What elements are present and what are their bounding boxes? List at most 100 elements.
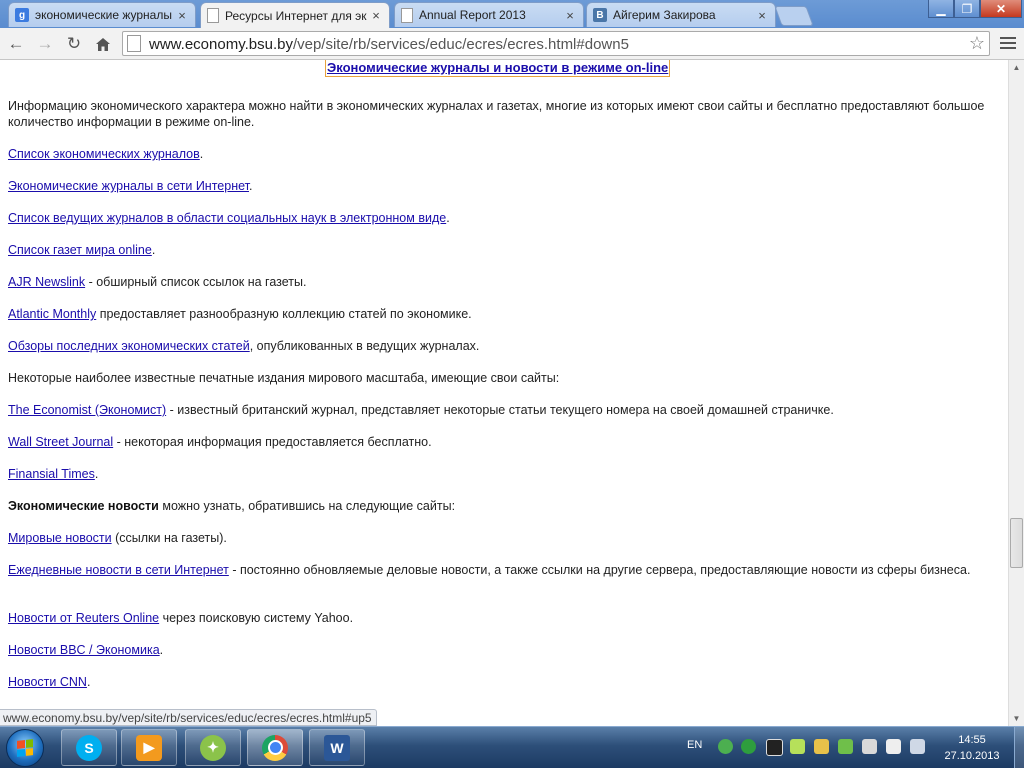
back-button[interactable]: ← xyxy=(5,33,27,55)
taskbar-media-player[interactable]: ▶ xyxy=(121,729,177,766)
taskbar-skype[interactable]: S xyxy=(61,729,117,766)
item-text: . xyxy=(248,179,253,193)
link[interactable]: AJR Newslink xyxy=(8,275,85,289)
page-icon xyxy=(401,7,413,23)
home-icon xyxy=(96,37,110,51)
start-button[interactable] xyxy=(6,729,44,767)
close-icon[interactable]: × xyxy=(369,8,383,23)
network-status-icon[interactable] xyxy=(718,739,733,754)
list-item: Новости CNN. xyxy=(8,674,988,690)
page-heading: Экономические журналы и новости в режиме… xyxy=(324,60,671,77)
link[interactable]: Список экономических журналов xyxy=(8,147,200,161)
news-intro-bold: Экономические новости xyxy=(8,499,159,513)
app-orbit-icon: ✦ xyxy=(200,734,226,761)
link[interactable]: Новости BBC / Экономика xyxy=(8,643,160,657)
bookmark-star-icon[interactable]: ☆ xyxy=(969,33,985,54)
chrome-icon xyxy=(262,734,288,761)
reload-icon: ↻ xyxy=(66,34,82,53)
taskbar-word[interactable]: W xyxy=(309,729,365,766)
camera-icon[interactable] xyxy=(766,739,783,756)
link[interactable]: Finansial Times xyxy=(8,467,95,481)
tab-3[interactable]: Annual Report 2013 × xyxy=(394,2,584,27)
item-text: . xyxy=(159,643,164,657)
close-icon: ✕ xyxy=(995,1,1007,16)
vertical-scrollbar[interactable]: ▲ ▼ xyxy=(1008,60,1024,726)
item-text: - некоторая информация предоставляется б… xyxy=(113,435,432,449)
volume-icon[interactable] xyxy=(910,739,925,754)
url-path: /vep/site/rb/services/educ/ecres/ecres.h… xyxy=(292,36,629,53)
google-g-icon: g xyxy=(15,8,29,22)
item-text: - постоянно обновляемые деловые новости,… xyxy=(228,563,971,577)
monitor-icon[interactable] xyxy=(862,739,877,754)
link[interactable]: Обзоры последних экономических статей xyxy=(8,339,250,353)
tool-icon[interactable] xyxy=(814,739,829,754)
restore-icon: ❐ xyxy=(961,1,973,16)
tab-label: Annual Report 2013 xyxy=(419,8,526,22)
close-icon[interactable]: × xyxy=(175,8,189,23)
link[interactable]: Новости CNN xyxy=(8,675,87,689)
item-text: (ссылки на газеты). xyxy=(111,531,227,545)
link[interactable]: Список газет мира online xyxy=(8,243,152,257)
minimize-button[interactable]: ▁ xyxy=(928,0,954,18)
link[interactable]: The Economist (Экономист) xyxy=(8,403,166,417)
item-text: предоставляет разнообразную коллекцию ст… xyxy=(96,307,472,321)
scrollbar-thumb[interactable] xyxy=(1010,518,1023,568)
system-clock[interactable]: 14:55 27.10.2013 xyxy=(936,732,1008,764)
list-item: Мировые новости (ссылки на газеты). xyxy=(8,530,988,546)
link[interactable]: Экономические журналы в сети Интернет xyxy=(8,179,249,193)
news-intro: Экономические новости можно узнать, обра… xyxy=(8,498,988,514)
close-icon[interactable]: × xyxy=(755,8,769,23)
list-item: Wall Street Journal - некоторая информац… xyxy=(8,434,988,450)
close-icon[interactable]: × xyxy=(563,8,577,23)
url-host: www.economy.bsu.by xyxy=(149,36,293,53)
chat-icon[interactable] xyxy=(790,739,805,754)
scroll-down-icon[interactable]: ▼ xyxy=(1009,711,1024,726)
language-indicator[interactable]: EN xyxy=(687,739,702,751)
tab-1[interactable]: g экономические журналы × xyxy=(8,2,196,27)
item-text: . xyxy=(446,211,450,225)
link[interactable]: Atlantic Monthly xyxy=(8,307,96,321)
new-tab-button[interactable] xyxy=(774,6,814,26)
menu-button[interactable] xyxy=(999,34,1017,52)
item-text: - известный британский журнал, представл… xyxy=(166,403,834,417)
address-bar[interactable]: www.economy.bsu.by/vep/site/rb/services/… xyxy=(122,31,990,56)
link[interactable]: Новости от Reuters Online xyxy=(8,611,159,625)
item-text: - обширный список ссылок на газеты. xyxy=(85,275,307,289)
page-icon xyxy=(207,8,219,23)
usb-icon[interactable] xyxy=(886,739,901,754)
item-text: . xyxy=(86,675,91,689)
list-item: Новости BBC / Экономика. xyxy=(8,642,988,658)
close-window-button[interactable]: ✕ xyxy=(980,0,1022,18)
scroll-up-icon[interactable]: ▲ xyxy=(1009,60,1024,75)
tab-2[interactable]: Ресурсы Интернет для эк × xyxy=(200,2,390,28)
page-icon xyxy=(127,35,141,52)
taskbar-app[interactable]: ✦ xyxy=(185,729,241,766)
list-item: Новости от Reuters Online через поискову… xyxy=(8,610,988,626)
tab-4[interactable]: B Айгерим Закирова × xyxy=(586,2,776,27)
url-text[interactable]: www.economy.bsu.by/vep/site/rb/services/… xyxy=(149,36,629,53)
link[interactable]: Список ведущих журналов в области социал… xyxy=(8,211,446,225)
forward-button[interactable]: → xyxy=(34,33,56,55)
skype-icon: S xyxy=(76,734,102,761)
word-icon: W xyxy=(324,734,350,761)
item-text: . xyxy=(199,147,204,161)
list-item: Atlantic Monthly предоставляет разнообра… xyxy=(8,306,988,322)
clock-time: 14:55 xyxy=(958,734,986,746)
heading-link[interactable]: Экономические журналы и новости в режиме… xyxy=(327,60,668,75)
info-icon[interactable] xyxy=(741,739,756,754)
home-button[interactable] xyxy=(92,33,114,55)
link[interactable]: Ежедневные новости в сети Интернет xyxy=(8,563,229,577)
tab-label: экономические журналы xyxy=(35,8,172,22)
list-item: Обзоры последних экономических статей, о… xyxy=(8,338,988,354)
flag-icon[interactable] xyxy=(838,739,853,754)
browser-titlebar: g экономические журналы × Ресурсы Интерн… xyxy=(0,0,1024,28)
restore-button[interactable]: ❐ xyxy=(954,0,980,18)
link[interactable]: Wall Street Journal xyxy=(8,435,113,449)
page-viewport: Экономические журналы и новости в режиме… xyxy=(0,60,1008,726)
intro-paragraph: Информацию экономического характера можн… xyxy=(8,99,985,129)
link[interactable]: Мировые новости xyxy=(8,531,112,545)
reload-button[interactable]: ↻ xyxy=(63,33,85,55)
show-desktop-button[interactable] xyxy=(1014,727,1024,768)
media-player-icon: ▶ xyxy=(136,734,162,761)
taskbar-chrome[interactable] xyxy=(247,729,303,766)
